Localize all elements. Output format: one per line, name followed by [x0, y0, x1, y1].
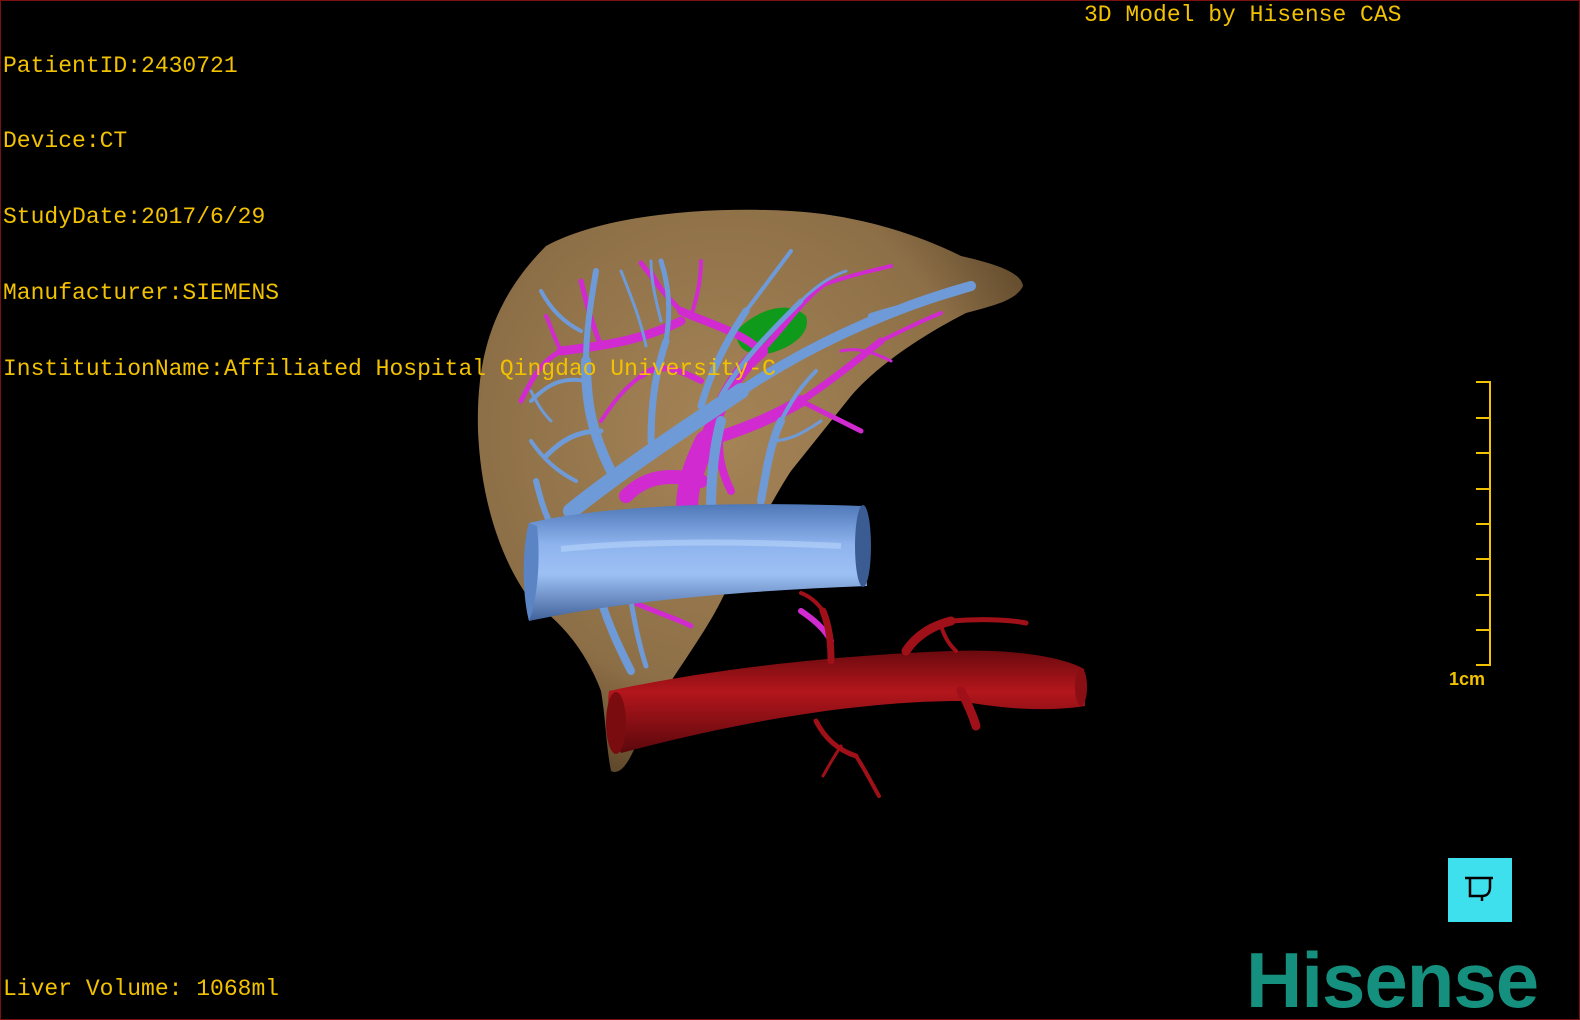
scale-bar-label: 1cm	[1449, 669, 1486, 689]
3d-viewport[interactable]: PatientID:2430721 Device:CT StudyDate:20…	[0, 0, 1580, 1020]
patient-id: PatientID:2430721	[3, 52, 238, 79]
scale-bar	[1476, 381, 1491, 666]
liver-volume: Liver Volume: 1068ml	[3, 976, 280, 1002]
manufacturer: Manufacturer:SIEMENS	[3, 280, 280, 307]
institution-name: InstitutionName:Affiliated Hospital Qing…	[3, 356, 776, 383]
dicom-info-overlay: PatientID:2430721 Device:CT StudyDate:20…	[3, 3, 776, 433]
posterior-view-icon	[1465, 876, 1493, 901]
orientation-button[interactable]	[1448, 858, 1512, 922]
device: Device:CT	[3, 128, 128, 155]
study-date: StudyDate:2017/6/29	[3, 204, 266, 231]
model-credit: 3D Model by Hisense CAS	[1084, 2, 1402, 28]
hisense-logo: Hisense	[1246, 936, 1539, 1020]
